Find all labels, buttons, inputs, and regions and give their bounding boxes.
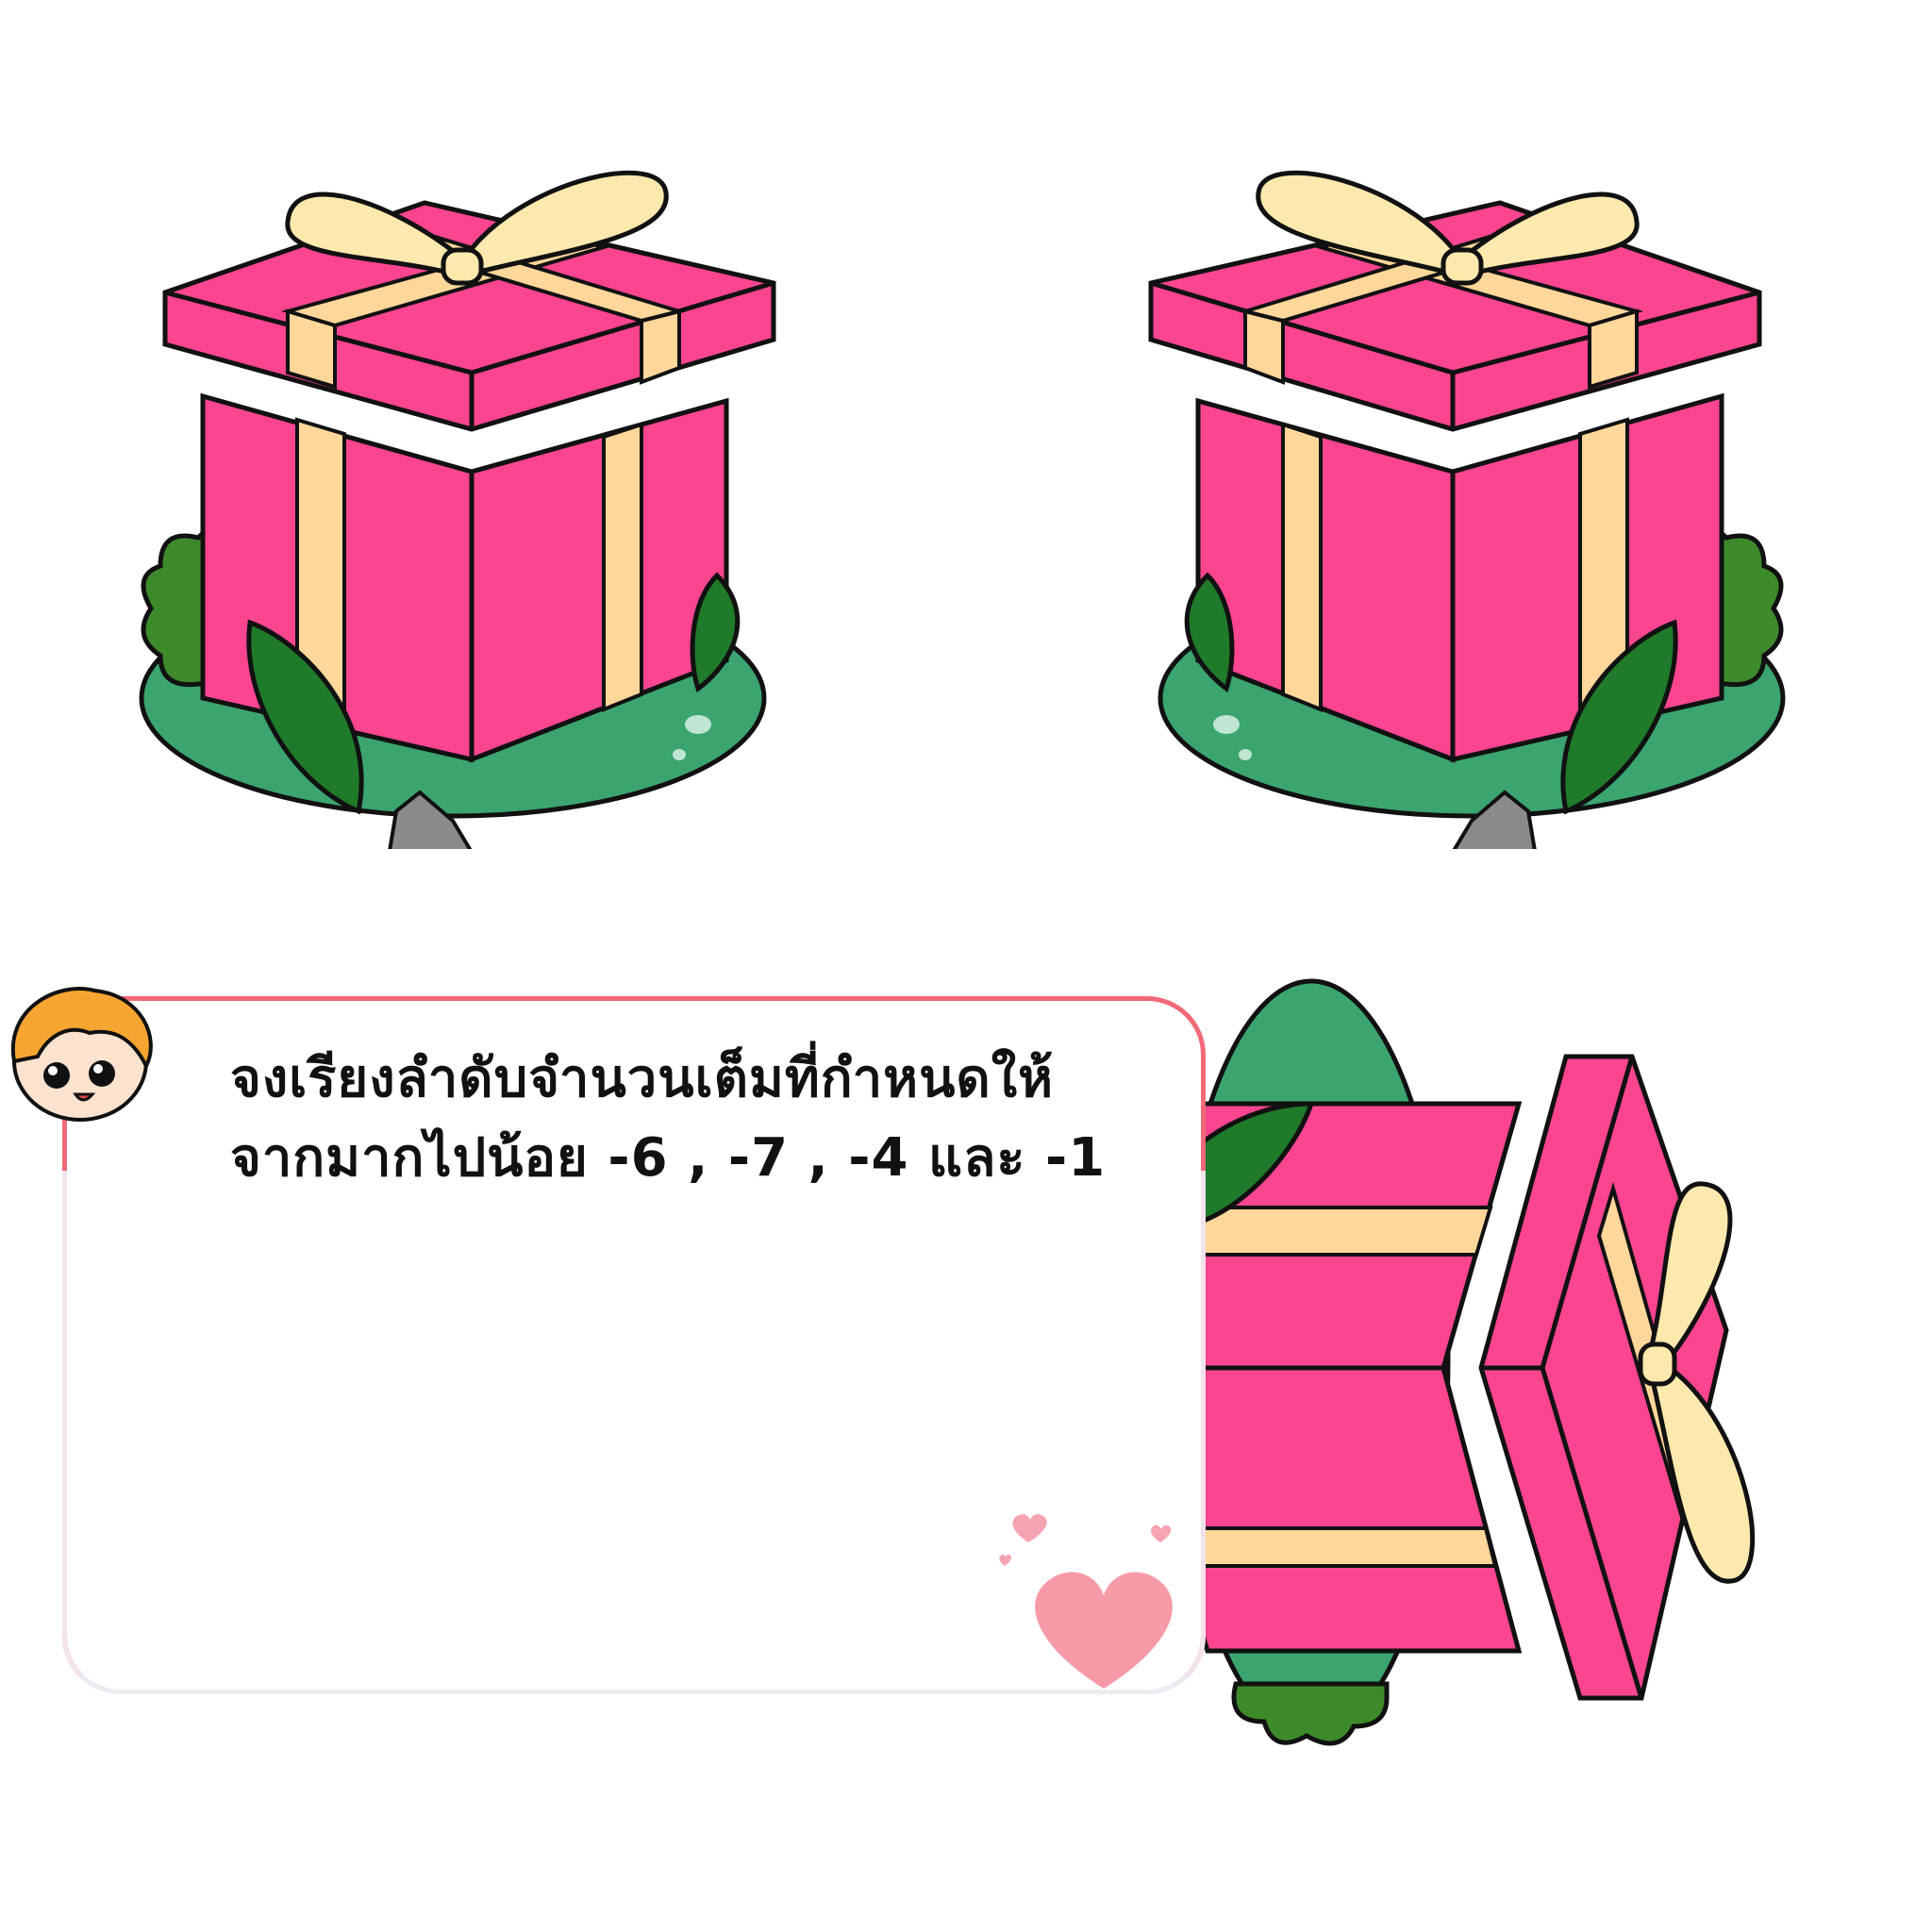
gift-box-icon [139, 170, 776, 849]
hearts-icon [999, 1514, 1173, 1689]
gift-box-illustration-left [139, 170, 776, 849]
instruction-text: จงเรียงลำดับจำนวนเต็มที่กำหนดให้ จากมากไ… [230, 1040, 1136, 1198]
instruction-line-2: จากมากไปน้อย -6 , -7 , -4 และ -1 [230, 1127, 1107, 1189]
gift-box-illustration-rotated [1198, 978, 1756, 1746]
gift-box-icon [1198, 978, 1756, 1746]
gift-box-illustration-right [1148, 170, 1786, 849]
boy-avatar-icon [10, 987, 153, 1122]
gift-box-icon [1148, 170, 1786, 849]
instruction-line-1: จงเรียงลำดับจำนวนเต็มที่กำหนดให้ [230, 1048, 1054, 1109]
